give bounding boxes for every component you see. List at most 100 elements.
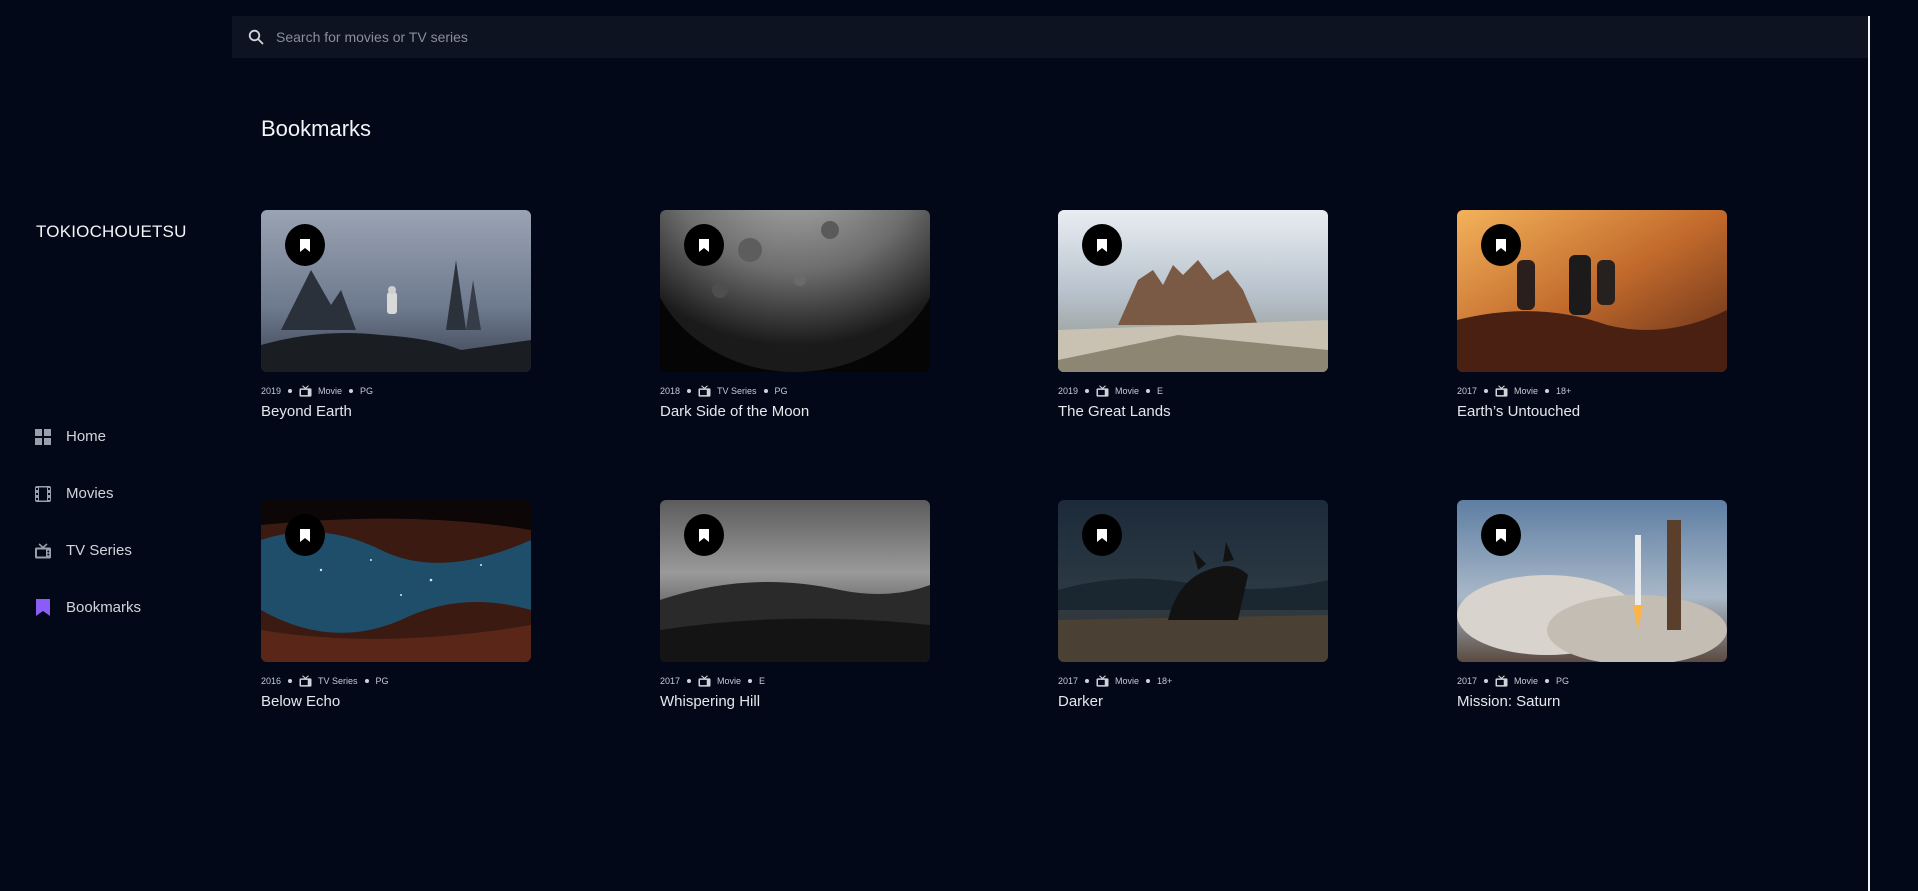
search-input[interactable] (274, 16, 1868, 58)
card-meta: 2019 Movie PG (261, 384, 531, 398)
nav-item-label: Home (66, 428, 107, 445)
bookmark-button[interactable] (684, 514, 724, 556)
card-title[interactable]: Earth’s Untouched (1457, 403, 1727, 420)
year: 2017 (1457, 676, 1478, 686)
bookmark-icon (1097, 528, 1107, 542)
year: 2018 (660, 386, 681, 396)
separator-dot (1484, 679, 1489, 683)
separator-dot (1085, 389, 1090, 393)
media-type: Movie (1514, 676, 1539, 686)
scrollbar[interactable] (1868, 16, 1870, 891)
card-meta: 2017 Movie 18+ (1058, 674, 1328, 688)
bookmark-button[interactable] (1082, 224, 1122, 266)
card-meta: 2018 TV Series PG (660, 384, 930, 398)
separator-dot (364, 679, 369, 683)
separator-dot (748, 679, 753, 683)
separator-dot (1146, 389, 1151, 393)
search-bar (232, 16, 1868, 58)
year: 2019 (261, 386, 282, 396)
film-icon (34, 485, 52, 503)
media-card[interactable]: 2017 Movie PG Mission: Saturn (1457, 500, 1727, 710)
tv-icon (299, 675, 312, 687)
tv-icon (698, 385, 711, 397)
card-title[interactable]: Darker (1058, 693, 1328, 710)
card-meta: 2017 Movie PG (1457, 674, 1727, 688)
thumbnail-image (1058, 500, 1328, 662)
nav-item-home[interactable]: Home (34, 408, 141, 465)
bookmark-button[interactable] (684, 224, 724, 266)
media-card[interactable]: 2017 Movie 18+ Earth’s Untouched (1457, 210, 1727, 420)
media-card[interactable]: 2019 Movie E The Great Lands (1058, 210, 1328, 420)
tv-icon (299, 385, 312, 397)
card-meta: 2017 Movie E (660, 674, 930, 688)
thumbnail-image (261, 210, 531, 372)
media-card[interactable]: 2016 TV Series PG Below Echo (261, 500, 531, 710)
card-meta: 2016 TV Series PG (261, 674, 531, 688)
card-title[interactable]: Whispering Hill (660, 693, 930, 710)
thumbnail-image (660, 210, 930, 372)
card-meta: 2017 Movie 18+ (1457, 384, 1727, 398)
card-meta: 2019 Movie E (1058, 384, 1328, 398)
nav-item-tv-series[interactable]: TV Series (34, 522, 141, 579)
search-icon (248, 29, 264, 45)
media-card[interactable]: 2017 Movie 18+ Darker (1058, 500, 1328, 710)
bookmark-button[interactable] (1481, 224, 1521, 266)
rating: PG (774, 386, 788, 396)
tv-icon (1096, 675, 1109, 687)
main-nav: Home Movies TV Series Bookmarks (34, 408, 141, 636)
separator-dot (763, 389, 768, 393)
rating: E (759, 676, 766, 686)
tv-icon (34, 542, 52, 560)
media-card[interactable]: 2018 TV Series PG Dark Side of the Moon (660, 210, 930, 420)
media-type: Movie (318, 386, 343, 396)
card-title[interactable]: The Great Lands (1058, 403, 1328, 420)
media-type: TV Series (318, 676, 358, 686)
separator-dot (1484, 389, 1489, 393)
tv-icon (698, 675, 711, 687)
bookmark-button[interactable] (1082, 514, 1122, 556)
rating: PG (375, 676, 389, 686)
nav-item-label: Movies (66, 485, 114, 502)
tv-icon (1495, 675, 1508, 687)
nav-item-bookmarks[interactable]: Bookmarks (34, 579, 141, 636)
media-card[interactable]: 2019 Movie PG Beyond Earth (261, 210, 531, 420)
thumbnail-image (1058, 210, 1328, 372)
year: 2019 (1058, 386, 1079, 396)
bookmark-button[interactable] (285, 224, 325, 266)
grid-icon (34, 428, 52, 446)
bookmark-icon (699, 238, 709, 252)
rating: 18+ (1556, 386, 1572, 396)
page-title: Bookmarks (261, 116, 372, 141)
tv-icon (1096, 385, 1109, 397)
bookmark-button[interactable] (285, 514, 325, 556)
separator-dot (288, 679, 293, 683)
bookmark-icon (300, 528, 310, 542)
bookmark-button[interactable] (1481, 514, 1521, 556)
rating: 18+ (1157, 676, 1173, 686)
brand-logo[interactable]: TOKIOCHOUETSU (36, 222, 187, 242)
separator-dot (1146, 679, 1151, 683)
nav-item-label: TV Series (66, 542, 132, 559)
separator-dot (349, 389, 354, 393)
thumbnail-image (1457, 500, 1727, 662)
bookmark-icon (1496, 238, 1506, 252)
card-title[interactable]: Beyond Earth (261, 403, 531, 420)
media-type: TV Series (717, 386, 757, 396)
separator-dot (1545, 389, 1550, 393)
thumbnail-image (1457, 210, 1727, 372)
separator-dot (288, 389, 293, 393)
separator-dot (687, 389, 692, 393)
sidebar: TOKIOCHOUETSU Home Movies TV Series Book… (0, 0, 230, 891)
thumbnail-image (660, 500, 930, 662)
media-type: Movie (717, 676, 742, 686)
nav-item-movies[interactable]: Movies (34, 465, 141, 522)
year: 2017 (1457, 386, 1478, 396)
year: 2017 (1058, 676, 1079, 686)
card-title[interactable]: Below Echo (261, 693, 531, 710)
media-card[interactable]: 2017 Movie E Whispering Hill (660, 500, 930, 710)
bookmark-icon (1097, 238, 1107, 252)
bookmark-icon (300, 238, 310, 252)
card-title[interactable]: Mission: Saturn (1457, 693, 1727, 710)
card-title[interactable]: Dark Side of the Moon (660, 403, 930, 420)
media-type: Movie (1115, 386, 1140, 396)
